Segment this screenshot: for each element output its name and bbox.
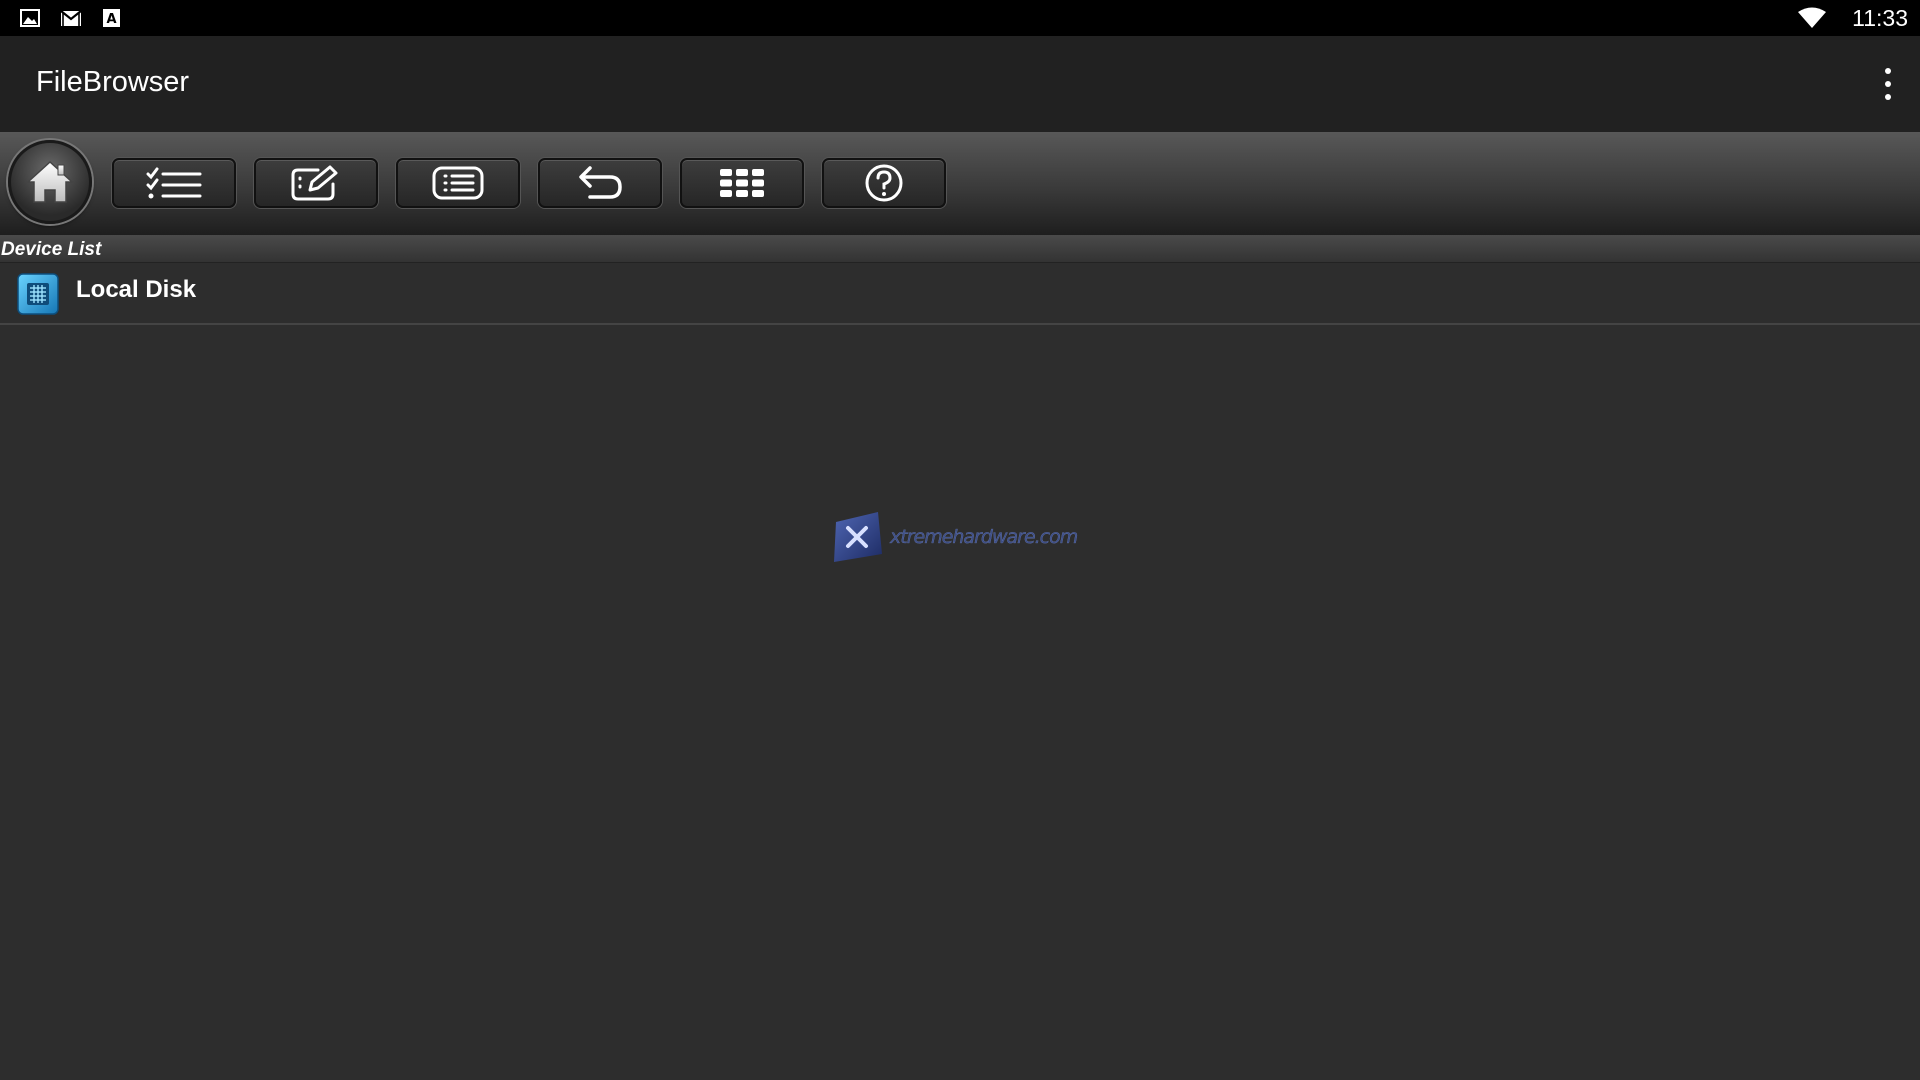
wifi-icon — [1798, 7, 1827, 28]
status-right: 11:33 — [1798, 0, 1908, 36]
overflow-menu-icon[interactable] — [1878, 64, 1898, 104]
keyboard-a-icon: A — [103, 9, 120, 27]
edit-icon — [291, 165, 338, 201]
notification-icons: A — [20, 8, 122, 28]
home-icon — [26, 160, 74, 203]
toolbar — [0, 132, 1920, 235]
local-disk-icon — [17, 273, 59, 315]
xtremehardware-logo-icon — [834, 512, 882, 562]
multi-select-button[interactable] — [112, 158, 236, 208]
watermark-text: xtremehardware.com — [890, 526, 1079, 548]
section-header: Device List — [0, 235, 1920, 263]
gmail-icon — [60, 10, 82, 26]
help-icon — [865, 164, 903, 202]
app-title: FileBrowser — [36, 66, 190, 98]
home-button[interactable] — [8, 140, 92, 224]
device-item-local-disk[interactable]: Local Disk — [0, 263, 1920, 325]
grid-icon — [720, 169, 764, 197]
device-label: Local Disk — [76, 276, 197, 303]
list-icon — [432, 166, 484, 200]
status-bar: A 11:33 — [0, 0, 1920, 36]
image-icon — [20, 9, 40, 27]
app-bar: FileBrowser — [0, 36, 1920, 132]
help-button[interactable] — [822, 158, 946, 208]
grid-view-button[interactable] — [680, 158, 804, 208]
edit-button[interactable] — [254, 158, 378, 208]
checklist-icon — [146, 167, 202, 199]
list-view-button[interactable] — [396, 158, 520, 208]
svg-text:A: A — [106, 12, 116, 27]
back-button[interactable] — [538, 158, 662, 208]
undo-arrow-icon — [579, 166, 622, 199]
status-time: 11:33 — [1852, 4, 1908, 31]
section-title: Device List — [1, 239, 102, 260]
watermark: xtremehardware.com — [828, 508, 1079, 566]
